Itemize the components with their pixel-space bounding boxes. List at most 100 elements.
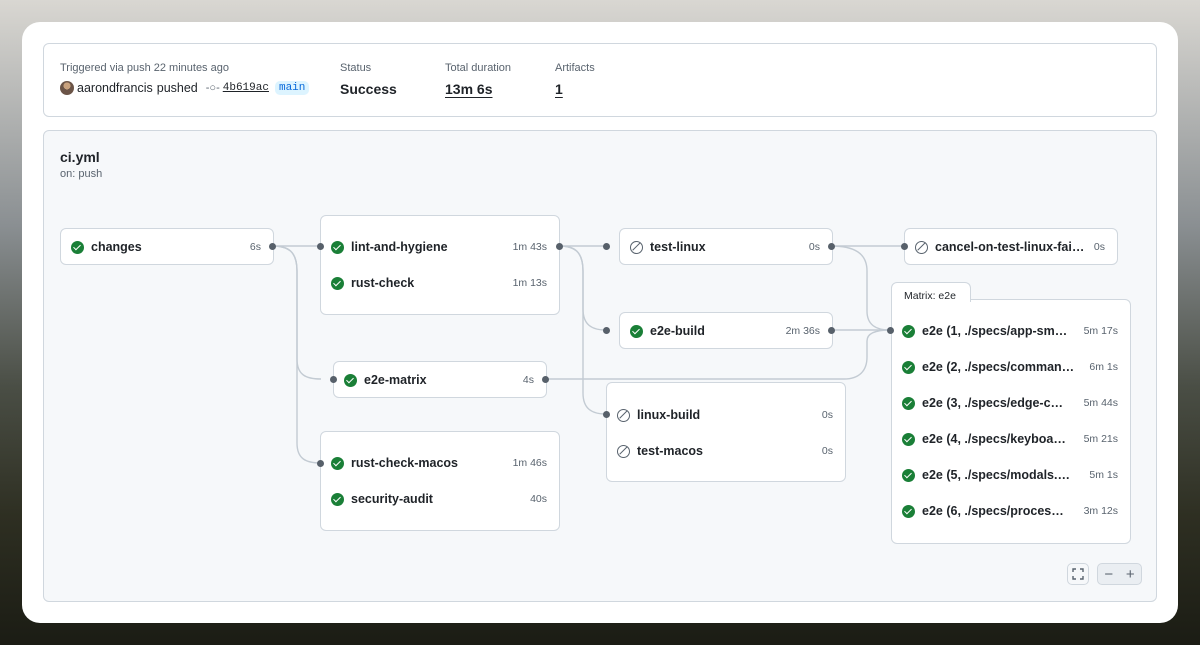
check-circle-icon — [331, 240, 344, 254]
job-duration: 5m 44s — [1083, 397, 1118, 409]
matrix-job-5[interactable]: e2e (5, ./specs/modals.… 5m 1s — [892, 457, 1130, 493]
job-duration: 1m 43s — [512, 241, 547, 253]
status-section: Status Success — [340, 62, 397, 97]
job-name: e2e (4, ./specs/keyboa… — [922, 432, 1066, 446]
job-test-linux[interactable]: test-linux 0s — [620, 229, 832, 265]
job-duration: 0s — [808, 241, 820, 253]
check-circle-icon — [902, 396, 915, 410]
job-security-audit[interactable]: security-audit 40s — [321, 481, 559, 517]
check-circle-icon — [902, 360, 915, 374]
fullscreen-icon[interactable] — [1067, 563, 1089, 585]
job-duration: 1m 46s — [512, 457, 547, 469]
skip-icon — [915, 240, 928, 254]
job-name: test-linux — [650, 240, 706, 254]
job-duration: 5m 17s — [1083, 325, 1118, 337]
job-name: e2e (3, ./specs/edge-c… — [922, 396, 1064, 410]
edge-dot — [828, 243, 835, 250]
job-group-linux-build: linux-build 0s test-macos 0s — [606, 382, 846, 482]
edge-dot — [887, 327, 894, 334]
job-duration: 0s — [821, 445, 833, 457]
edge-dot — [317, 460, 324, 467]
check-circle-icon — [331, 276, 344, 290]
job-duration: 3m 12s — [1083, 505, 1118, 517]
job-duration: 0s — [821, 409, 833, 421]
matrix-job-4[interactable]: e2e (4, ./specs/keyboa… 5m 21s — [892, 421, 1130, 457]
zoom-in-icon[interactable]: + — [1120, 564, 1142, 584]
job-name: e2e (6, ./specs/proces… — [922, 504, 1064, 518]
trigger-label: Triggered via push 22 minutes ago — [60, 62, 229, 74]
job-box-changes[interactable]: changes 6s — [60, 228, 274, 265]
status-value: Success — [340, 81, 397, 97]
duration-label: Total duration — [445, 62, 512, 74]
avatar[interactable] — [60, 81, 74, 95]
zoom-controls: − + — [1097, 563, 1142, 585]
edge-testlinux-matrix — [830, 245, 891, 331]
check-circle-icon — [344, 373, 357, 387]
matrix-job-2[interactable]: e2e (2, ./specs/comman… 6m 1s — [892, 349, 1130, 385]
job-rust-check[interactable]: rust-check 1m 13s — [321, 265, 559, 301]
job-duration: 2m 36s — [785, 325, 820, 337]
edge-dot — [603, 411, 610, 418]
branch-badge[interactable]: main — [274, 81, 310, 95]
job-e2e-matrix[interactable]: e2e-matrix 4s — [334, 362, 546, 398]
check-circle-icon — [71, 240, 84, 254]
job-box-e2e-matrix[interactable]: e2e-matrix 4s — [333, 361, 547, 398]
matrix-label-tab: Matrix: e2e — [891, 282, 971, 302]
job-duration: 4s — [522, 374, 534, 386]
check-circle-icon — [331, 456, 344, 470]
job-name: security-audit — [351, 492, 433, 506]
matrix-job-3[interactable]: e2e (3, ./specs/edge-c… 5m 44s — [892, 385, 1130, 421]
check-circle-icon — [331, 492, 344, 506]
job-rust-check-macos[interactable]: rust-check-macos 1m 46s — [321, 445, 559, 481]
job-duration: 6m 1s — [1089, 361, 1118, 373]
check-circle-icon — [902, 324, 915, 338]
edge-dot — [317, 243, 324, 250]
job-lint-and-hygiene[interactable]: lint-and-hygiene 1m 43s — [321, 229, 559, 265]
duration-section: Total duration 13m 6s — [445, 62, 511, 97]
job-duration: 40s — [530, 493, 547, 505]
artifacts-label: Artifacts — [555, 62, 595, 74]
matrix-job-6[interactable]: e2e (6, ./specs/proces… 3m 12s — [892, 493, 1130, 529]
job-linux-build[interactable]: linux-build 0s — [607, 397, 845, 433]
job-duration: 1m 13s — [512, 277, 547, 289]
job-group-macos: rust-check-macos 1m 46s security-audit 4… — [320, 431, 560, 531]
edge-dot — [603, 243, 610, 250]
actor-name[interactable]: aarondfrancis — [77, 81, 153, 95]
duration-link[interactable]: 13m 6s — [445, 81, 511, 97]
skip-icon — [630, 240, 643, 254]
job-box-cancel[interactable]: cancel-on-test-linux-failure 0s — [904, 228, 1118, 265]
job-test-macos[interactable]: test-macos 0s — [607, 433, 845, 469]
job-duration: 5m 21s — [1083, 433, 1118, 445]
commit-sha-link[interactable]: 4b619ac — [223, 82, 269, 94]
job-name: cancel-on-test-linux-failure — [935, 240, 1086, 254]
git-commit-icon: -○- — [205, 82, 220, 94]
job-duration: 0s — [1093, 241, 1105, 253]
job-changes[interactable]: changes 6s — [61, 229, 273, 265]
matrix-job-1[interactable]: e2e (1, ./specs/app-sm… 5m 17s — [892, 313, 1130, 349]
check-circle-icon — [902, 432, 915, 446]
job-duration: 6s — [249, 241, 261, 253]
zoom-out-icon[interactable]: − — [1098, 564, 1120, 584]
edge-dot — [269, 243, 276, 250]
job-group-lint: lint-and-hygiene 1m 43s rust-check 1m 13… — [320, 215, 560, 315]
artifacts-link[interactable]: 1 — [555, 81, 595, 97]
edge-changes-macos — [271, 245, 322, 464]
check-circle-icon — [902, 468, 915, 482]
status-label: Status — [340, 62, 372, 74]
action-text: pushed — [156, 81, 198, 95]
skip-icon — [617, 408, 630, 422]
job-name: e2e (1, ./specs/app-sm… — [922, 324, 1068, 338]
job-name: changes — [91, 240, 142, 254]
job-name: rust-check — [351, 276, 415, 290]
job-name: e2e (2, ./specs/comman… — [922, 360, 1075, 374]
trigger-info: Triggered via push 22 minutes ago aarond… — [60, 62, 310, 95]
edge-dot — [603, 327, 610, 334]
job-name: lint-and-hygiene — [351, 240, 448, 254]
job-e2e-build[interactable]: e2e-build 2m 36s — [620, 313, 832, 349]
job-box-e2e-build[interactable]: e2e-build 2m 36s — [619, 312, 833, 349]
job-duration: 5m 1s — [1089, 469, 1118, 481]
job-box-test-linux[interactable]: test-linux 0s — [619, 228, 833, 265]
job-name: e2e-matrix — [364, 373, 427, 387]
artifacts-section: Artifacts 1 — [555, 62, 595, 97]
job-cancel-on-test-linux-failure[interactable]: cancel-on-test-linux-failure 0s — [905, 229, 1117, 265]
